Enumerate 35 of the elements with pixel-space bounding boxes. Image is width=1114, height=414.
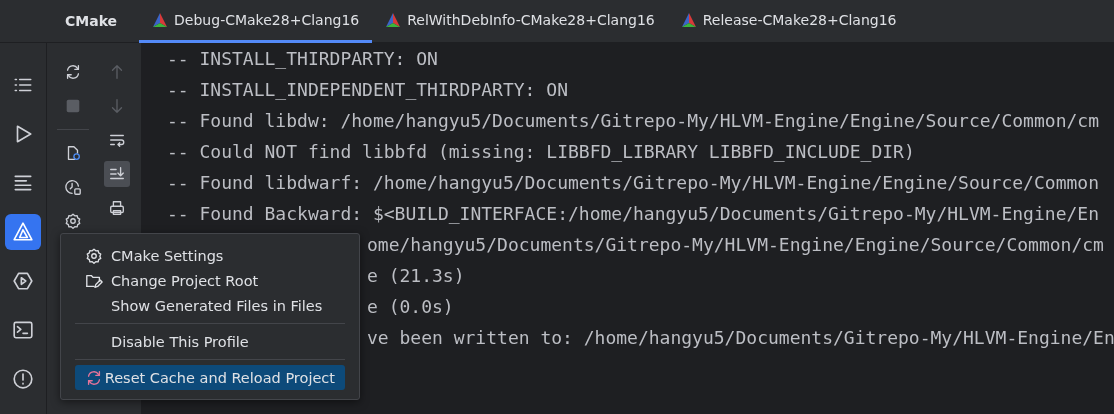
console-line: e (21.3s) bbox=[367, 264, 465, 288]
triangle-logo-button[interactable] bbox=[5, 214, 41, 250]
console-line: -- Found libdw: /home/hangyu5/Documents/Gitrepo-My/HLVM-Engine/Engine/Source/Common/cm bbox=[167, 109, 1099, 133]
menu-item[interactable]: Reset Cache and Reload Project bbox=[75, 365, 345, 390]
console-line: e (0.0s) bbox=[367, 295, 454, 319]
stop-icon bbox=[64, 97, 82, 115]
hexagon-play-icon bbox=[12, 270, 34, 292]
profile-tab[interactable]: Release-CMake28+Clang16 bbox=[667, 0, 910, 43]
profile-tab[interactable]: RelWithDebInfo-CMake28+Clang16 bbox=[372, 0, 668, 43]
console-line: -- INSTALL_THIRDPARTY: ON bbox=[167, 47, 438, 71]
console-line: -- Found libdwarf: /home/hangyu5/Documents/Gitrepo-My/HLVM-Engine/Engine/Source/Common bbox=[167, 171, 1099, 195]
triangle-logo-icon bbox=[385, 12, 402, 28]
console-line: -- Could NOT find libbfd (missing: LIBBFD_LIBRARY LIBBFD_INCLUDE_DIR) bbox=[167, 140, 915, 164]
menu-item[interactable]: Change Project Root bbox=[75, 268, 345, 293]
console-line: -- INSTALL_INDEPENDENT_THIRDPARTY: ON bbox=[167, 78, 568, 102]
settings-icon bbox=[64, 212, 82, 230]
settings-icon bbox=[85, 246, 103, 265]
clock-icon bbox=[64, 178, 82, 196]
tool-window-title: CMake bbox=[64, 13, 119, 29]
console-line: -- Found Backward: $<BUILD_INTERFACE:/home/hangyu5/Documents/Gitrepo-My/HLVM-Engine/En bbox=[167, 202, 1099, 226]
reload-icon bbox=[64, 63, 82, 81]
profile-tab[interactable]: Debug-CMake28+Clang16 bbox=[139, 0, 373, 43]
triangle-logo-icon bbox=[152, 12, 169, 28]
printer-icon bbox=[108, 199, 126, 217]
menu-item[interactable]: CMake Settings bbox=[75, 243, 345, 268]
terminal-icon bbox=[12, 319, 34, 341]
scroll-to-end-button[interactable] bbox=[104, 161, 130, 187]
triangle-logo-icon bbox=[680, 12, 697, 28]
reload-icon bbox=[85, 368, 103, 387]
console-line: ve been written to: /home/hangyu5/Documents/Gitrepo-My/HLVM-Engine/En bbox=[367, 326, 1114, 350]
triangle-logo-icon bbox=[12, 221, 34, 243]
menu-item[interactable]: Show Generated Files in Files bbox=[75, 293, 345, 318]
alert-icon bbox=[12, 368, 34, 390]
menu-item[interactable]: Disable This Profile bbox=[75, 329, 345, 354]
console-line: ome/hangyu5/Documents/Gitrepo-My/HLVM-Engine/Engine/Source/Common/cm bbox=[367, 233, 1104, 257]
